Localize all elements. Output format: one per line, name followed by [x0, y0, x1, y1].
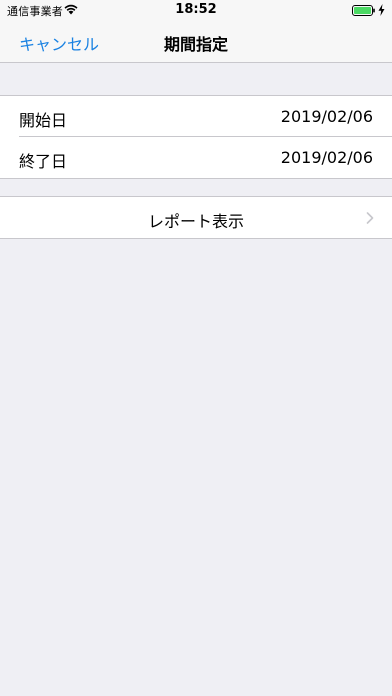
show-report-row[interactable]: レポート表示: [0, 197, 392, 238]
show-report-label: レポート表示: [147, 212, 244, 231]
end-date-row[interactable]: 終了日 2019/02/06: [0, 137, 392, 178]
end-date-label: 終了日: [19, 152, 68, 171]
report-group: レポート表示: [0, 196, 392, 239]
battery-icon: [352, 5, 375, 16]
start-date-label: 開始日: [19, 111, 68, 130]
page-title: 期間指定: [163, 35, 228, 54]
chevron-right-icon: [366, 212, 374, 224]
navigation-bar: キャンセル 期間指定: [0, 20, 392, 63]
status-bar: 通信事業者 18:52: [0, 0, 392, 20]
start-date-row[interactable]: 開始日 2019/02/06: [0, 96, 392, 137]
start-date-value: 2019/02/06: [280, 107, 373, 126]
end-date-value: 2019/02/06: [280, 148, 373, 167]
charging-bolt-icon: [378, 4, 385, 16]
status-time: 18:52: [175, 2, 217, 17]
date-range-group: 開始日 2019/02/06 終了日 2019/02/06: [0, 95, 392, 179]
